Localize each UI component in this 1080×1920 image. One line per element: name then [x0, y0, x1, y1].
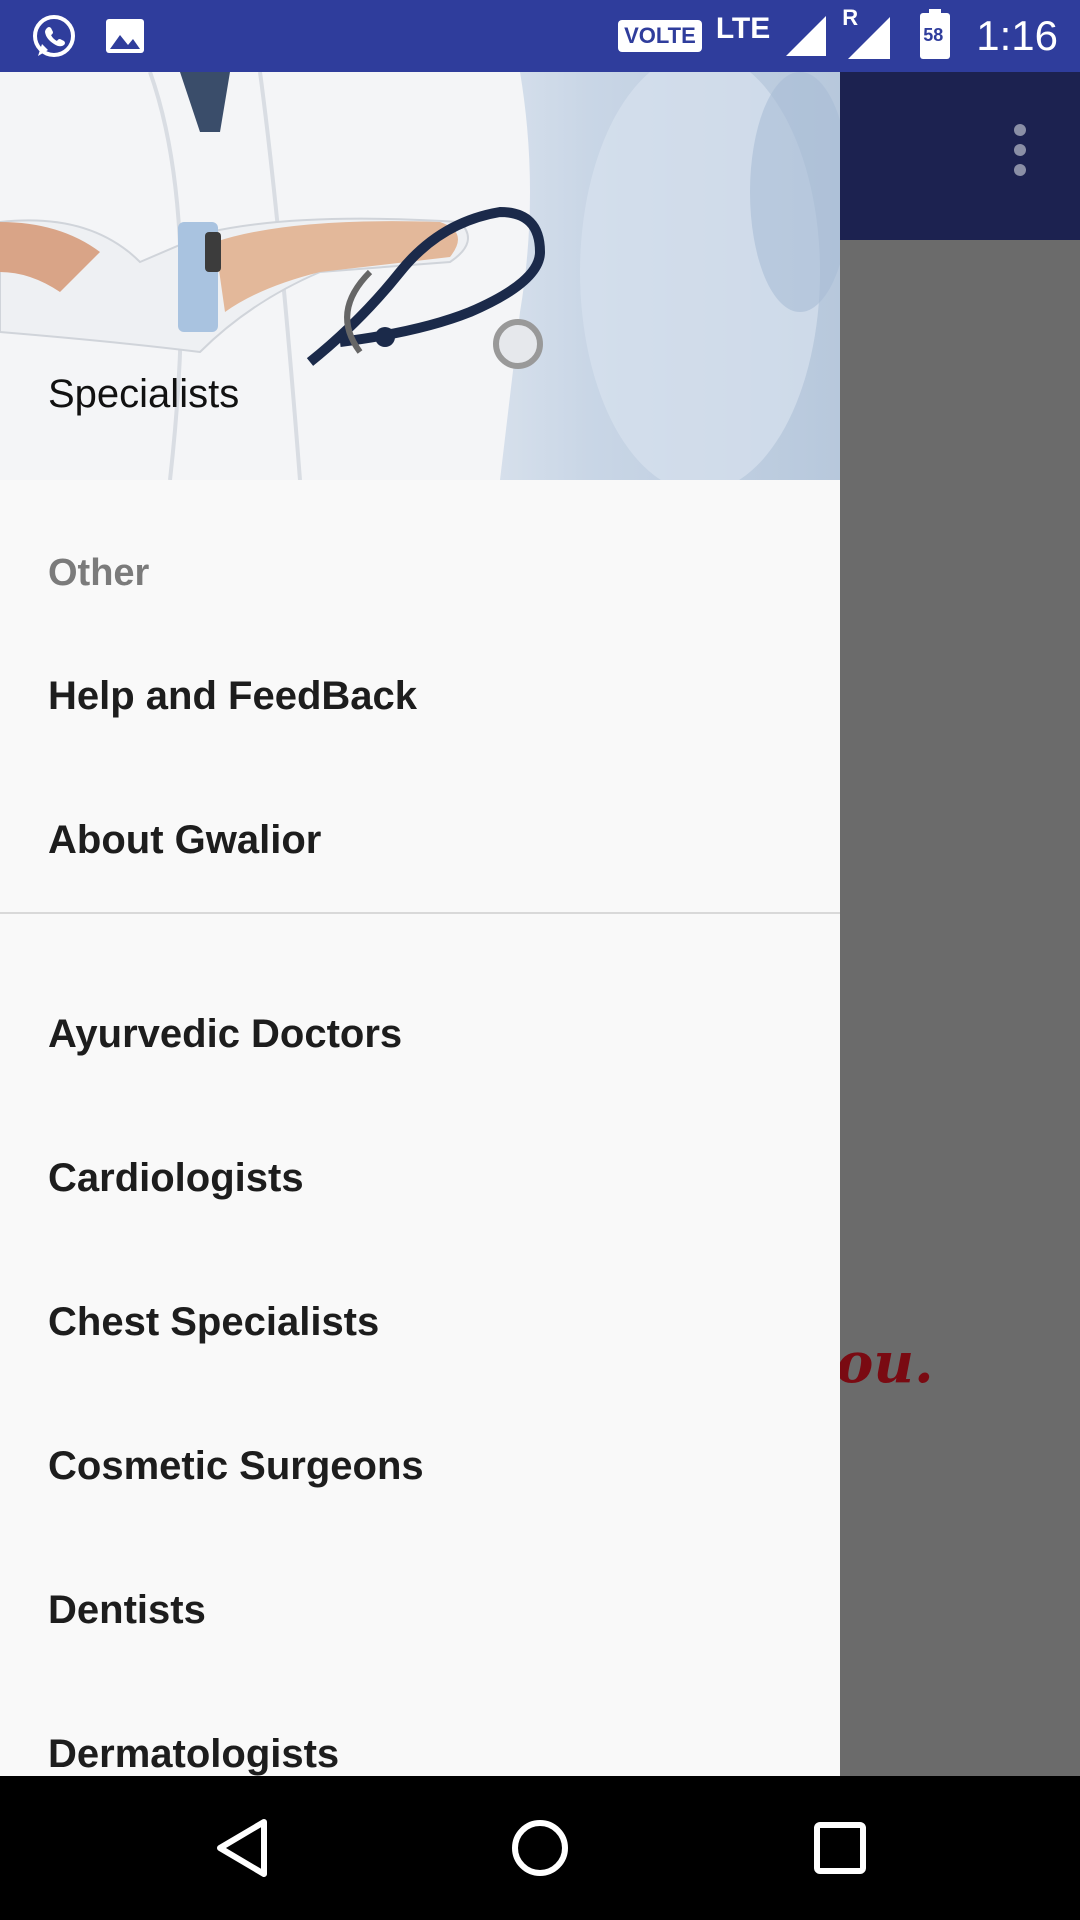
background-partial-text: ou.: [836, 1330, 934, 1396]
signal-icon: [786, 16, 827, 56]
network-type: LTE: [715, 12, 771, 45]
menu-divider: [0, 912, 840, 914]
image-icon: [106, 19, 144, 53]
doctor-header-image: [0, 72, 840, 480]
status-bar: VOLTE LTE R 58 1:16: [0, 0, 1080, 72]
menu-item-help-feedback[interactable]: Help and FeedBack: [0, 624, 840, 768]
battery-icon: 58: [920, 9, 951, 59]
menu-item-dentists[interactable]: Dentists: [0, 1538, 840, 1682]
drawer-header: Specialists: [0, 72, 840, 480]
volte-badge: VOLTE: [618, 20, 702, 52]
battery-level: 58: [923, 25, 944, 45]
menu-item-about-gwalior[interactable]: About Gwalior: [0, 768, 840, 912]
section-label-other: Other: [48, 552, 150, 594]
home-icon[interactable]: [510, 1816, 570, 1880]
roaming-signal: R: [842, 5, 892, 61]
back-icon[interactable]: [212, 1816, 272, 1880]
clock: 1:16: [976, 12, 1058, 59]
whatsapp-icon: [33, 15, 75, 57]
menu-item-chest-specialists[interactable]: Chest Specialists: [0, 1250, 840, 1394]
menu-item-ayurvedic-doctors[interactable]: Ayurvedic Doctors: [0, 962, 840, 1106]
recents-icon[interactable]: [812, 1816, 868, 1880]
system-nav-bar: [0, 1776, 1080, 1920]
overflow-menu-icon[interactable]: [1010, 124, 1030, 184]
menu-item-dermatologists[interactable]: Dermatologists: [0, 1682, 840, 1776]
navigation-drawer: Specialists Other Help and FeedBack Abou…: [0, 72, 840, 1776]
roaming-indicator: R: [842, 5, 859, 30]
drawer-header-title: Specialists: [48, 372, 240, 416]
menu-item-cosmetic-surgeons[interactable]: Cosmetic Surgeons: [0, 1394, 840, 1538]
menu-item-cardiologists[interactable]: Cardiologists: [0, 1106, 840, 1250]
